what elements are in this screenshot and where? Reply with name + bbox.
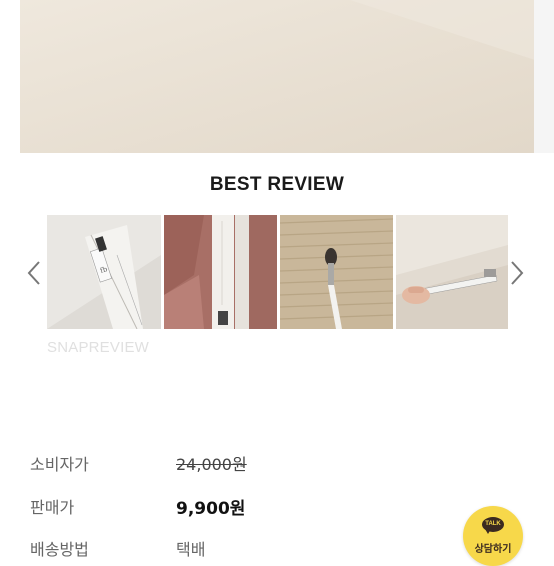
sale-price-value: 9,900원 xyxy=(176,499,246,519)
hero-photo xyxy=(20,0,535,153)
review-thumbnail[interactable] xyxy=(396,215,508,329)
sale-price-label: 판매가 xyxy=(30,498,75,517)
review-thumbnail[interactable]: fb xyxy=(47,215,161,329)
chat-button-label: 상담하기 xyxy=(474,544,512,555)
hero-edge xyxy=(534,0,554,153)
snapreview-watermark: SNAPREVIEW xyxy=(47,339,150,356)
review-thumbnail[interactable] xyxy=(164,215,277,329)
brush-hand-photo xyxy=(396,215,508,329)
list-price-label: 소비자가 xyxy=(30,455,89,474)
kakao-talk-chat-button[interactable]: TALK 상담하기 xyxy=(463,506,523,566)
brush-box-photo: fb xyxy=(47,215,161,329)
shipping-label: 배송방법 xyxy=(30,540,89,559)
brush-wood-photo xyxy=(280,215,393,329)
talk-bubble-tail xyxy=(485,529,491,534)
review-thumbnail[interactable] xyxy=(280,215,393,329)
product-hero-image xyxy=(20,0,535,153)
best-review-title: BEST REVIEW xyxy=(209,174,345,195)
shipping-value: 택배 xyxy=(176,540,206,559)
list-price-value: 24,000원 xyxy=(176,455,247,474)
brush-package-photo xyxy=(164,215,277,329)
review-carousel: fb xyxy=(0,215,554,329)
